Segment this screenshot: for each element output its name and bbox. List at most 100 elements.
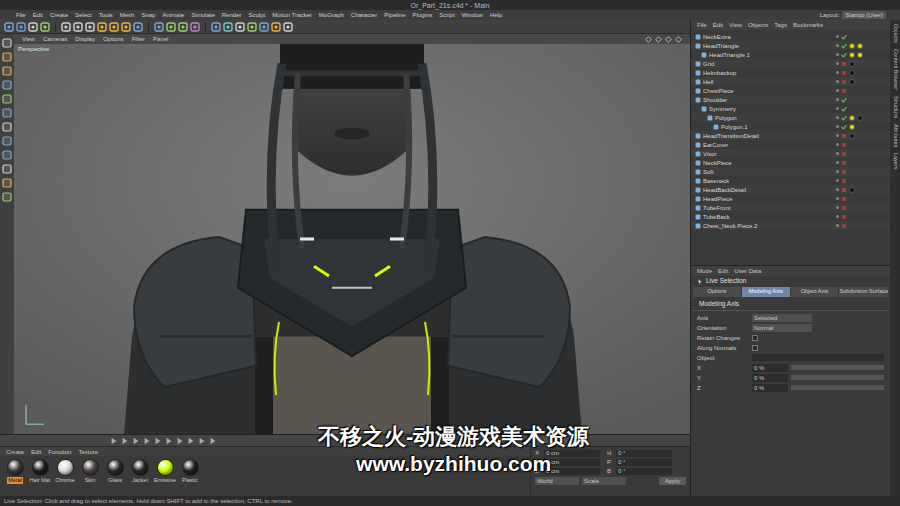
mode-icon[interactable]	[2, 136, 12, 146]
object-row[interactable]: Symmetry	[691, 104, 890, 113]
menu-item[interactable]: Snap	[141, 12, 155, 18]
object-menu-item[interactable]: File	[697, 22, 707, 28]
menu-item[interactable]: Sculpt	[248, 12, 265, 18]
visibility-dot[interactable]	[836, 125, 839, 128]
coordinate-dropdown[interactable]: Scale	[582, 477, 626, 485]
material-menu-item[interactable]: Function	[48, 449, 71, 455]
check-icon[interactable]	[841, 106, 847, 112]
object-row[interactable]: Shoulder	[691, 95, 890, 104]
tag-icon[interactable]	[849, 187, 855, 193]
check-icon[interactable]	[841, 34, 847, 40]
check-icon[interactable]	[841, 43, 847, 49]
visibility-dot[interactable]	[836, 179, 839, 182]
cross-icon[interactable]	[841, 223, 847, 229]
material[interactable]: Plastic	[179, 459, 201, 484]
visibility-dot[interactable]	[836, 188, 839, 191]
playback-icon[interactable]	[209, 437, 217, 445]
object-row[interactable]: Helmbackup	[691, 68, 890, 77]
cross-icon[interactable]	[841, 169, 847, 175]
material-menu-item[interactable]: Edit	[31, 449, 41, 455]
coordinate-dropdown[interactable]: World	[535, 477, 579, 485]
visibility-dot[interactable]	[836, 116, 839, 119]
tool-icon[interactable]	[121, 22, 131, 32]
object-row[interactable]: Grid	[691, 59, 890, 68]
tag-icon[interactable]	[857, 52, 863, 58]
visibility-dot[interactable]	[836, 161, 839, 164]
material[interactable]: Jacket	[129, 459, 151, 484]
material-menu-item[interactable]: Texture	[78, 449, 98, 455]
visibility-dot[interactable]	[836, 152, 839, 155]
object-menu-item[interactable]: Bookmarks	[793, 22, 823, 28]
coordinate-field[interactable]: 0 °	[616, 459, 672, 466]
object-row[interactable]: EarCover	[691, 140, 890, 149]
visibility-dot[interactable]	[836, 143, 839, 146]
object-row[interactable]: HeadPiece	[691, 194, 890, 203]
tool-icon[interactable]	[61, 22, 71, 32]
menu-item[interactable]: Window	[462, 12, 483, 18]
layout-selector[interactable]: Layout:Startup (User)	[820, 11, 886, 19]
coordinate-field[interactable]: 0 °	[616, 468, 672, 475]
tool-icon[interactable]	[73, 22, 83, 32]
field-input[interactable]: 0 %	[752, 364, 788, 372]
viewport-menu-item[interactable]: Panel	[153, 36, 168, 42]
tool-icon[interactable]	[271, 22, 281, 32]
field-dropdown[interactable]: Selected	[752, 314, 812, 322]
tool-icon[interactable]	[133, 22, 143, 32]
mode-icon[interactable]	[2, 122, 12, 132]
check-icon[interactable]	[841, 52, 847, 58]
layout-value[interactable]: Startup (User)	[842, 11, 886, 19]
tool-icon[interactable]	[247, 22, 257, 32]
menu-item[interactable]: Motion Tracker	[272, 12, 312, 18]
object-row[interactable]: Chest_Neck Piece.2	[691, 221, 890, 230]
object-row[interactable]: Visor	[691, 149, 890, 158]
tool-icon[interactable]	[283, 22, 293, 32]
attribute-menu-item[interactable]: User Data	[734, 268, 761, 274]
menu-item[interactable]: Help	[490, 12, 502, 18]
field-checkbox[interactable]	[752, 335, 758, 341]
object-menu-item[interactable]: Tags	[774, 22, 787, 28]
visibility-dot[interactable]	[836, 170, 839, 173]
menu-item[interactable]: Script	[439, 12, 454, 18]
visibility-dot[interactable]	[836, 215, 839, 218]
tag-icon[interactable]	[849, 52, 855, 58]
attribute-tab[interactable]: Subdivision Surface	[839, 287, 888, 297]
tag-icon[interactable]	[857, 115, 863, 121]
menu-item[interactable]: Select	[75, 12, 92, 18]
cross-icon[interactable]	[841, 133, 847, 139]
cross-icon[interactable]	[841, 79, 847, 85]
playback-icon[interactable]	[187, 437, 195, 445]
tool-icon[interactable]	[85, 22, 95, 32]
coordinate-field[interactable]: 0 °	[616, 450, 672, 457]
menu-item[interactable]: Create	[50, 12, 68, 18]
attribute-tab[interactable]: Object Axis	[791, 287, 839, 297]
check-icon[interactable]	[841, 115, 847, 121]
rotate-icon[interactable]	[665, 36, 672, 43]
tag-icon[interactable]	[849, 133, 855, 139]
tag-icon[interactable]	[849, 115, 855, 121]
field-input[interactable]	[752, 354, 884, 361]
visibility-dot[interactable]	[836, 107, 839, 110]
visibility-dot[interactable]	[836, 206, 839, 209]
zoom-icon[interactable]	[655, 36, 662, 43]
menu-item[interactable]: MoGraph	[319, 12, 344, 18]
apply-button[interactable]: Apply	[659, 477, 686, 485]
viewport[interactable]: ViewCamerasDisplayOptionsFilterPanelPers…	[14, 34, 690, 434]
tool-icon[interactable]	[16, 22, 26, 32]
mode-icon[interactable]	[2, 108, 12, 118]
tool-icon[interactable]	[97, 22, 107, 32]
mode-icon[interactable]	[2, 192, 12, 202]
visibility-dot[interactable]	[836, 62, 839, 65]
viewport-menu-item[interactable]: Options	[103, 36, 124, 42]
object-row[interactable]: ChestPiece	[691, 86, 890, 95]
tool-icon[interactable]	[235, 22, 245, 32]
object-row[interactable]: HeadBackDetail	[691, 185, 890, 194]
mode-icon[interactable]	[2, 150, 12, 160]
visibility-dot[interactable]	[836, 44, 839, 47]
menu-item[interactable]: Tools	[99, 12, 113, 18]
cross-icon[interactable]	[841, 142, 847, 148]
material[interactable]: Hair Mat	[29, 459, 51, 484]
field-dropdown[interactable]: Normal	[752, 324, 812, 332]
mode-icon[interactable]	[2, 80, 12, 90]
check-icon[interactable]	[841, 124, 847, 130]
tool-icon[interactable]	[223, 22, 233, 32]
